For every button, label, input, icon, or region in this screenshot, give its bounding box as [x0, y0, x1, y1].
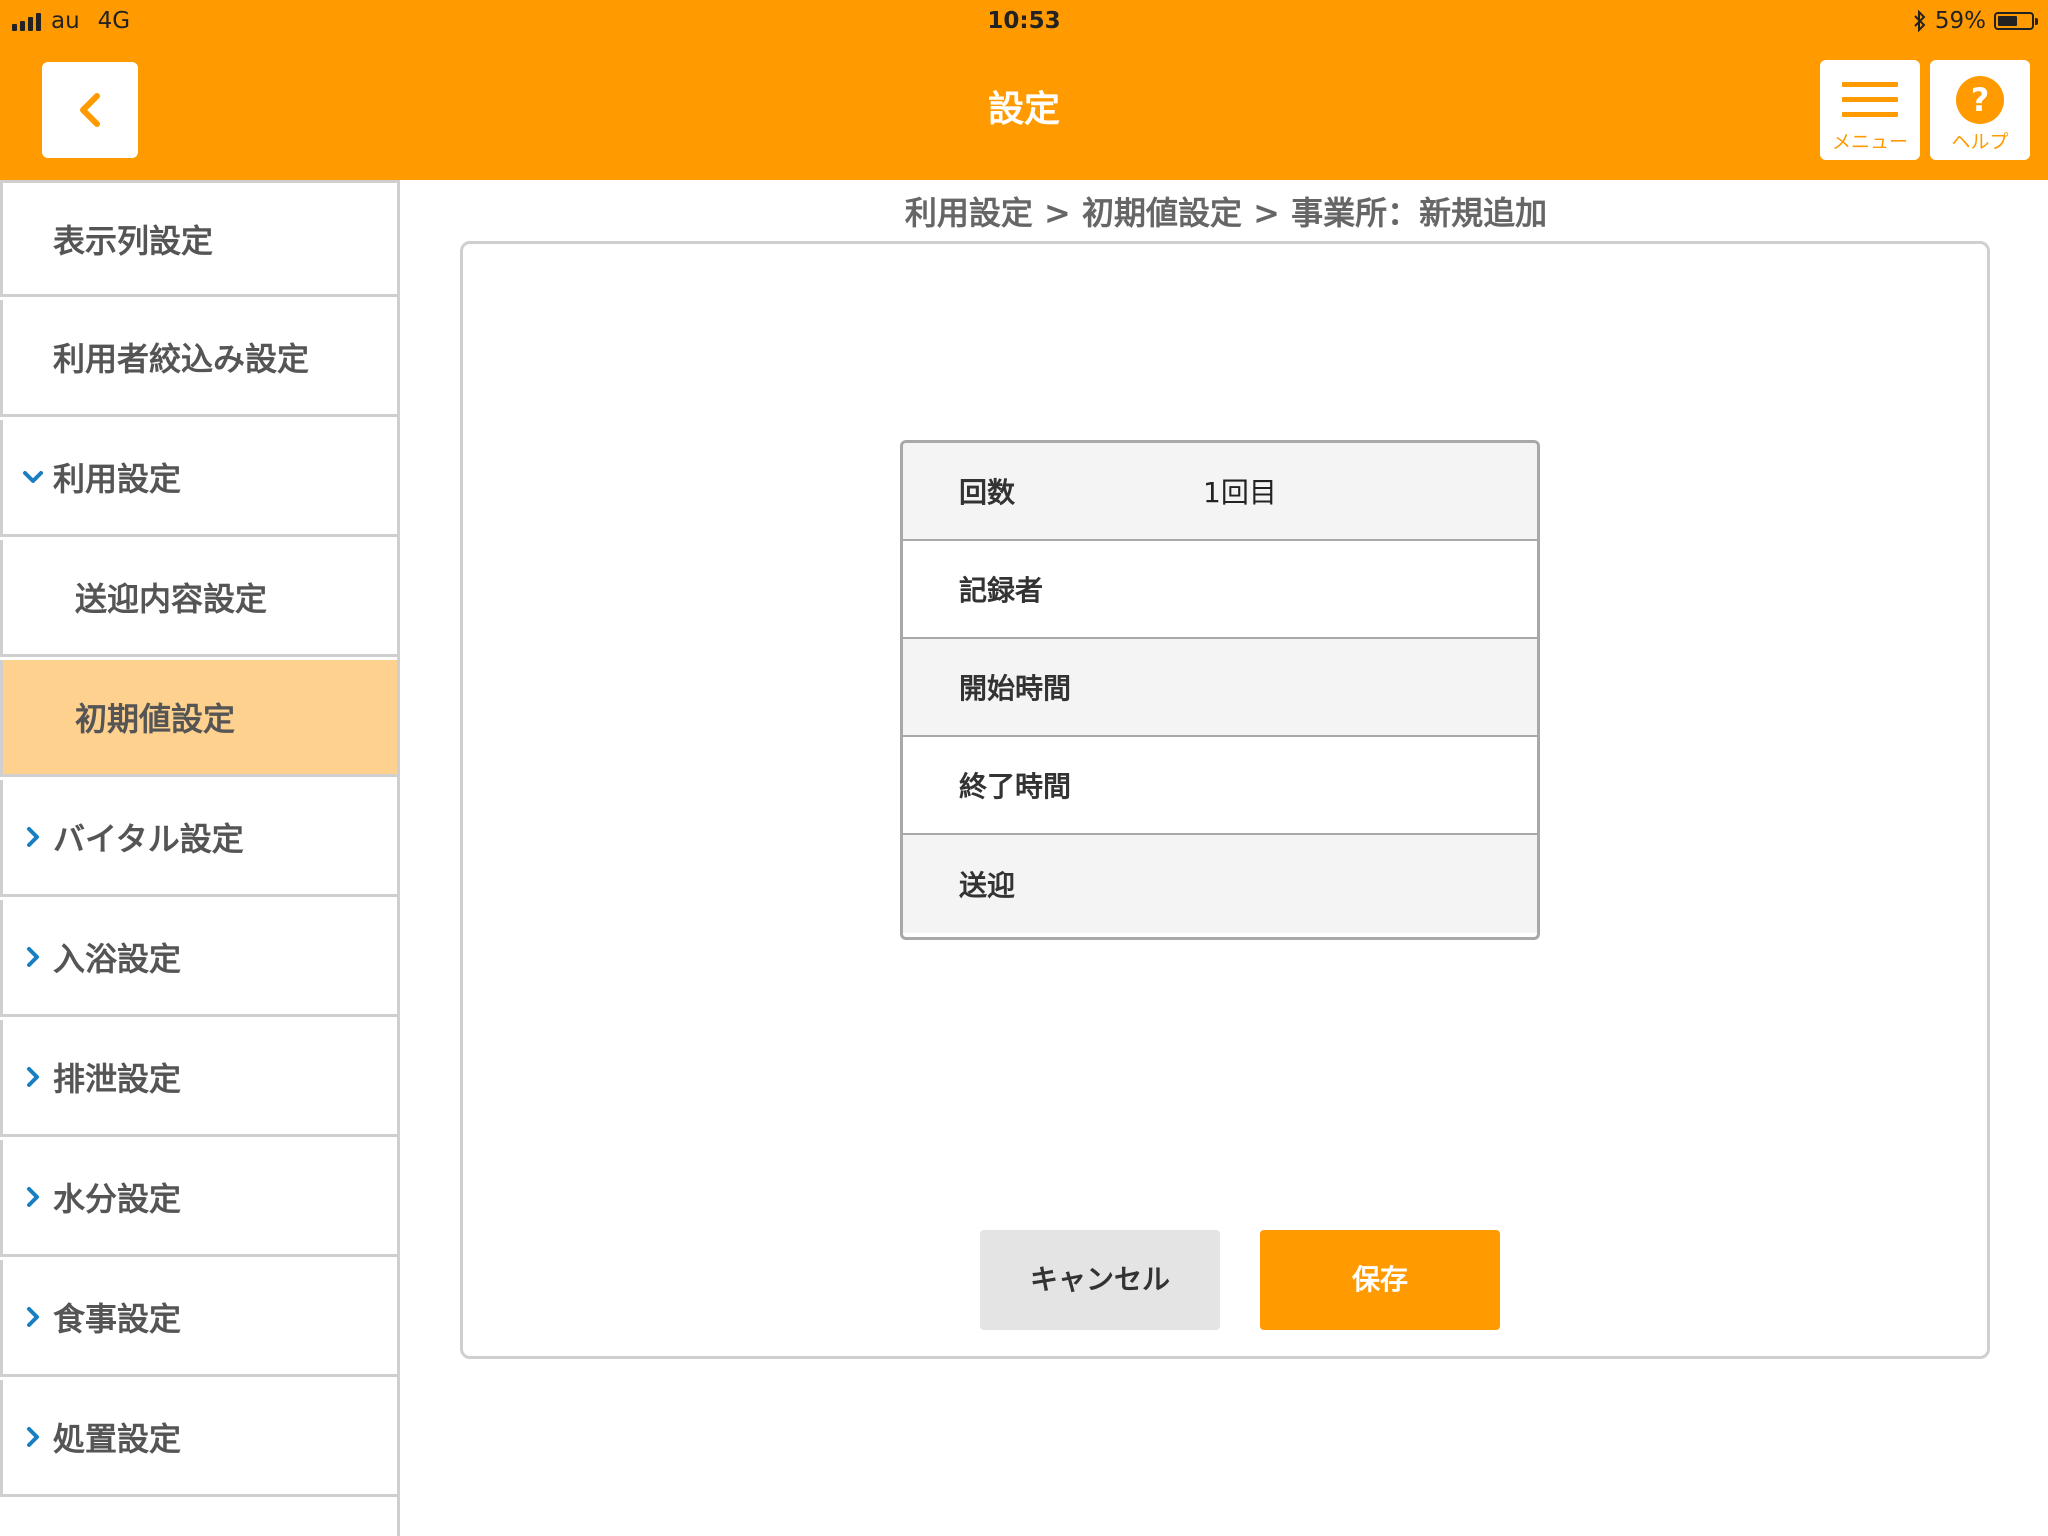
sidebar-item-label: 水分設定: [53, 1180, 182, 1218]
form-row-label: 回数: [959, 476, 1016, 509]
cancel-button[interactable]: キャンセル: [980, 1230, 1220, 1330]
help-icon: ?: [1956, 76, 2004, 124]
form-row[interactable]: 終了時間: [903, 737, 1537, 835]
chevron-right-icon: [27, 827, 39, 847]
breadcrumb: 利用設定 > 初期値設定 > 事業所：新規追加: [904, 194, 1548, 232]
sidebar: 表示列設定利用者絞込み設定 利用設定送迎内容設定 初期値設定バイタル設定 入浴設定排泄…: [0, 180, 400, 1536]
sidebar-item[interactable]: 食事設定: [0, 1260, 397, 1377]
chevron-down-icon: [23, 471, 43, 483]
chevron-right-icon: [27, 1187, 39, 1207]
form-row[interactable]: 記録者: [903, 541, 1537, 639]
sidebar-item[interactable]: バイタル設定: [0, 780, 397, 897]
sidebar-item[interactable]: 表示列設定: [0, 180, 397, 297]
form-row-label: 終了時間: [959, 770, 1072, 803]
chevron-right-icon: [27, 947, 39, 967]
form-row-label: 開始時間: [959, 672, 1072, 705]
sidebar-item[interactable]: 送迎内容設定: [0, 540, 397, 657]
battery-icon: [1994, 12, 2038, 30]
help-label: ヘルプ: [1951, 131, 2009, 153]
chevron-right-icon: [27, 1067, 39, 1087]
chevron-right-icon: [27, 1307, 39, 1327]
sidebar-item[interactable]: 入浴設定: [0, 900, 397, 1017]
save-button[interactable]: 保存: [1260, 1230, 1500, 1330]
bluetooth-icon: [1914, 10, 1926, 32]
sidebar-item[interactable]: 利用者絞込み設定: [0, 300, 397, 417]
header-bar: au 4G 10:53 59% 設定 メニュー ? ヘルプ: [0, 0, 2048, 180]
sidebar-item-label: 食事設定: [53, 1300, 182, 1338]
sidebar-item[interactable]: 初期値設定: [0, 660, 397, 777]
menu-button[interactable]: メニュー: [1820, 60, 1920, 160]
sidebar-item-label: 入浴設定: [53, 940, 182, 978]
sidebar-item-label: 利用設定: [53, 460, 182, 498]
chevron-right-icon: [27, 1427, 39, 1447]
form-row[interactable]: 開始時間: [903, 639, 1537, 737]
sidebar-item-label: 初期値設定: [75, 700, 236, 738]
sidebar-item[interactable]: 利用設定: [0, 420, 397, 537]
sidebar-item-label: 表示列設定: [53, 221, 214, 260]
sidebar-item-label: 送迎内容設定: [75, 580, 268, 618]
form-row[interactable]: 回数 1回目: [903, 443, 1537, 541]
sidebar-item-label: 利用者絞込み設定: [53, 340, 310, 378]
sidebar-item[interactable]: 水分設定: [0, 1140, 397, 1257]
form-row[interactable]: 送迎: [903, 835, 1537, 933]
hamburger-icon: [1842, 82, 1898, 127]
status-bar-right: 59%: [1913, 4, 2038, 38]
sidebar-item[interactable]: 処置設定: [0, 1380, 397, 1497]
sidebar-item[interactable]: 排泄設定: [0, 1020, 397, 1137]
sidebar-item-label: 排泄設定: [53, 1060, 182, 1098]
menu-label: メニュー: [1831, 131, 1908, 153]
battery-percent: 59%: [1934, 8, 1986, 34]
form-row-value: 1回目: [1203, 476, 1277, 509]
form-row-label: 記録者: [959, 574, 1044, 607]
help-button[interactable]: ? ヘルプ: [1930, 60, 2030, 160]
sidebar-item-label: バイタル設定: [53, 820, 244, 858]
status-time: 10:53: [987, 8, 1061, 34]
form-row-label: 送迎: [959, 869, 1016, 902]
page-title: 設定: [987, 89, 1060, 130]
form-table: 回数 1回目記録者開始時間終了時間送迎: [900, 440, 1540, 940]
sidebar-item-label: 処置設定: [53, 1420, 182, 1458]
